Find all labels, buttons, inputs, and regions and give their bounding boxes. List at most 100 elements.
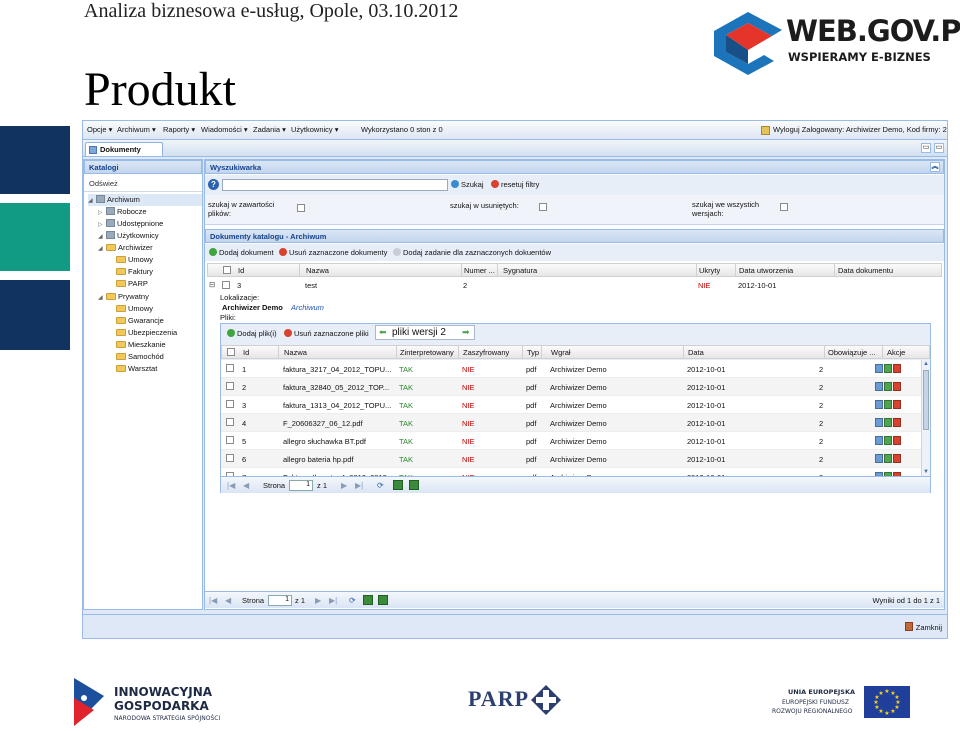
- fcol-zinterpretowany[interactable]: Zinterpretowany: [400, 348, 454, 357]
- pdf-file-icon[interactable]: [893, 364, 901, 374]
- preview-file-icon[interactable]: [875, 400, 883, 410]
- row-checkbox[interactable]: [222, 281, 230, 289]
- export-excel-icon[interactable]: [363, 595, 373, 605]
- select-all-checkbox[interactable]: [223, 266, 231, 274]
- pdf-file-icon[interactable]: [893, 382, 901, 392]
- page-input[interactable]: 1: [268, 595, 292, 606]
- refresh-button[interactable]: Odśwież: [89, 179, 118, 188]
- preview-file-icon[interactable]: [875, 418, 883, 428]
- download-file-icon[interactable]: [884, 400, 892, 410]
- search-input[interactable]: [222, 179, 448, 191]
- scroll-thumb[interactable]: [923, 370, 929, 430]
- tab-dokumenty[interactable]: Dokumenty: [85, 142, 163, 156]
- collapse-icon[interactable]: ◢: [98, 293, 106, 304]
- fcol-typ[interactable]: Typ: [527, 348, 539, 357]
- tree-node-archiwum[interactable]: ◢ Archiwum: [88, 194, 202, 206]
- menu-raporty[interactable]: Raporty ▾: [163, 125, 195, 134]
- fcol-akcje[interactable]: Akcje: [887, 348, 905, 357]
- export-csv-icon[interactable]: [378, 595, 388, 605]
- scroll-down-icon[interactable]: ▼: [923, 469, 929, 475]
- fcol-id[interactable]: Id: [243, 348, 249, 357]
- collapse-icon[interactable]: ◢: [88, 196, 96, 207]
- add-document-button[interactable]: Dodaj dokument: [209, 248, 274, 257]
- preview-file-icon[interactable]: [875, 454, 883, 464]
- logout-icon[interactable]: [761, 126, 770, 135]
- add-files-button[interactable]: Dodaj plik(i): [227, 329, 277, 338]
- opt-content-checkbox[interactable]: [297, 204, 305, 212]
- col-data-utworzenia[interactable]: Data utworzenia: [739, 266, 793, 275]
- export-csv-icon[interactable]: [409, 480, 419, 490]
- export-excel-icon[interactable]: [393, 480, 403, 490]
- file-row[interactable]: 7Faktura_Ikwarta_4_2012_2012...TAKNIEpdf…: [221, 468, 921, 476]
- tree-node-faktury[interactable]: Faktury: [116, 266, 153, 278]
- next-page-icon[interactable]: ▶: [315, 596, 321, 605]
- menu-archiwum[interactable]: Archiwum ▾: [117, 125, 156, 134]
- fcol-data[interactable]: Data: [688, 348, 704, 357]
- tab-scroll-left-icon[interactable]: ▭: [921, 143, 931, 153]
- tree-node-mieszkanie[interactable]: Mieszkanie: [116, 339, 166, 351]
- row-expander-icon[interactable]: ⊟: [209, 280, 215, 289]
- file-row-checkbox[interactable]: [226, 454, 234, 462]
- delete-files-button[interactable]: Usuń zaznaczone pliki: [284, 329, 369, 338]
- file-row-checkbox[interactable]: [226, 418, 234, 426]
- col-numer[interactable]: Numer ...: [464, 266, 495, 275]
- download-file-icon[interactable]: [884, 364, 892, 374]
- preview-file-icon[interactable]: [875, 382, 883, 392]
- location-folder-link[interactable]: Archiwum: [291, 303, 324, 312]
- preview-file-icon[interactable]: [875, 436, 883, 446]
- page-input[interactable]: 1: [289, 480, 313, 491]
- tree-node-gwarancje[interactable]: Gwarancje: [116, 315, 164, 327]
- pdf-file-icon[interactable]: [893, 436, 901, 446]
- version-switcher[interactable]: ⬅ pliki wersji 2 ➡: [375, 325, 475, 340]
- collapse-panel-icon[interactable]: ︽: [930, 162, 940, 172]
- fcol-wgral[interactable]: Wgrał: [551, 348, 571, 357]
- delete-documents-button[interactable]: Usuń zaznaczone dokumenty: [279, 248, 387, 257]
- first-page-icon[interactable]: |◀: [209, 596, 217, 605]
- user-info-text[interactable]: Wyloguj Zalogowany: Archiwizer Demo, Kod…: [773, 125, 947, 134]
- col-nazwa[interactable]: Nazwa: [306, 266, 329, 275]
- col-id[interactable]: Id: [238, 266, 244, 275]
- file-row-checkbox[interactable]: [226, 400, 234, 408]
- tree-node-warsztat[interactable]: Warsztat: [116, 363, 157, 375]
- tree-node-umowy[interactable]: Umowy: [116, 254, 153, 266]
- tree-node-parp[interactable]: PARP: [116, 278, 148, 290]
- opt-versions-checkbox[interactable]: [780, 203, 788, 211]
- menu-zadania[interactable]: Zadania ▾: [253, 125, 286, 134]
- close-button[interactable]: Zamknij: [904, 622, 942, 632]
- first-page-icon[interactable]: |◀: [227, 481, 235, 490]
- scroll-up-icon[interactable]: ▲: [923, 361, 929, 367]
- fcol-obowiazuje[interactable]: Obowiązuje ...: [828, 348, 876, 357]
- help-icon[interactable]: ?: [208, 179, 219, 190]
- tree-node-udostepnione[interactable]: ▷ Udostępnione: [98, 218, 163, 230]
- file-row[interactable]: 2 faktura_32840_05_2012_TOP... TAK NIE pdf Ar…: [221, 378, 921, 396]
- select-all-files-checkbox[interactable]: [227, 348, 235, 356]
- tree-node-prywatny[interactable]: ◢ Prywatny: [98, 291, 149, 303]
- pdf-file-icon[interactable]: [893, 454, 901, 464]
- refresh-icon[interactable]: ⟳: [377, 481, 384, 490]
- arrow-left-icon[interactable]: ⬅: [379, 326, 387, 339]
- opt-deleted-checkbox[interactable]: [539, 203, 547, 211]
- fcol-nazwa[interactable]: Nazwa: [284, 348, 307, 357]
- download-file-icon[interactable]: [884, 454, 892, 464]
- file-row[interactable]: 1 faktura_3217_04_2012_TOPU... TAK NIE pdf Ar…: [221, 360, 921, 378]
- last-page-icon[interactable]: ▶|: [355, 481, 363, 490]
- prev-page-icon[interactable]: ◀: [225, 596, 231, 605]
- download-file-icon[interactable]: [884, 436, 892, 446]
- pdf-file-icon[interactable]: [893, 400, 901, 410]
- tree-node-robocze[interactable]: ▷ Robocze: [98, 206, 147, 218]
- download-file-icon[interactable]: [884, 418, 892, 428]
- col-ukryty[interactable]: Ukryty: [699, 266, 720, 275]
- search-button[interactable]: Szukaj: [451, 180, 484, 189]
- preview-file-icon[interactable]: [875, 364, 883, 374]
- document-row[interactable]: ⊟ 3 test 2 NIE 2012-10-01 Lokalizacje: A…: [207, 278, 942, 493]
- file-row[interactable]: 6 allegro bateria hp.pdf TAK NIE pdf Archiwiz…: [221, 450, 921, 468]
- col-data-dokumentu[interactable]: Data dokumentu: [838, 266, 893, 275]
- refresh-icon[interactable]: ⟳: [349, 596, 356, 605]
- tree-node-ubezpieczenia[interactable]: Ubezpieczenia: [116, 327, 177, 339]
- pdf-file-icon[interactable]: [893, 418, 901, 428]
- file-row-checkbox[interactable]: [226, 382, 234, 390]
- tree-node-samochod[interactable]: Samochód: [116, 351, 164, 363]
- collapse-icon[interactable]: ◢: [98, 244, 106, 255]
- arrow-right-icon[interactable]: ➡: [462, 326, 470, 339]
- tree-node-archiwizer[interactable]: ◢ Archiwizer: [98, 242, 153, 254]
